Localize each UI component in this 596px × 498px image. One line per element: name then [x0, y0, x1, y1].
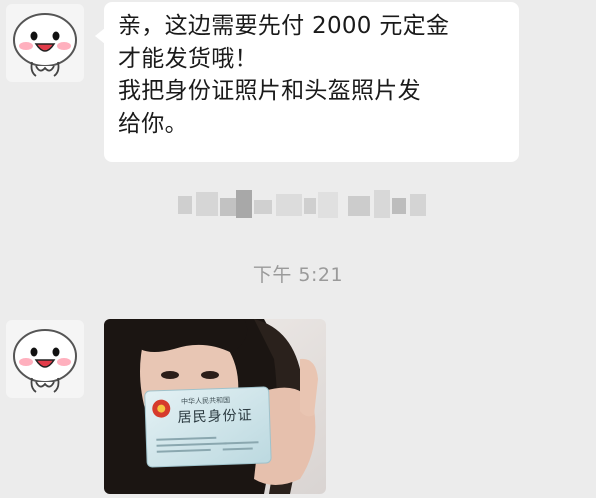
message-line: 给你。 [118, 110, 188, 137]
image-message[interactable]: 中华人民共和国 居民身份证 [104, 319, 326, 494]
sender-avatar[interactable] [6, 4, 84, 82]
sender-avatar[interactable] [6, 320, 84, 398]
message-line: 才能发货哦！ [118, 45, 258, 72]
message-line: 亲，这边需要先付 2000 元定金 [118, 13, 450, 39]
message-line: 我把身份证照片和头盔照片发 [118, 78, 421, 104]
message-timestamp: 下午 5:21 [252, 264, 344, 286]
cute-blob-avatar-icon [13, 13, 77, 77]
redacted-notice [178, 190, 428, 222]
message-bubble[interactable]: 亲，这边需要先付 2000 元定金 才能发货哦！ 我把身份证照片和头盔照片发 给… [95, 2, 519, 162]
id-card-photo: 中华人民共和国 居民身份证 [104, 319, 326, 494]
card-country: 中华人民共和国 [181, 395, 230, 406]
cute-blob-avatar-icon [13, 329, 77, 393]
card-title: 居民身份证 [177, 407, 253, 426]
